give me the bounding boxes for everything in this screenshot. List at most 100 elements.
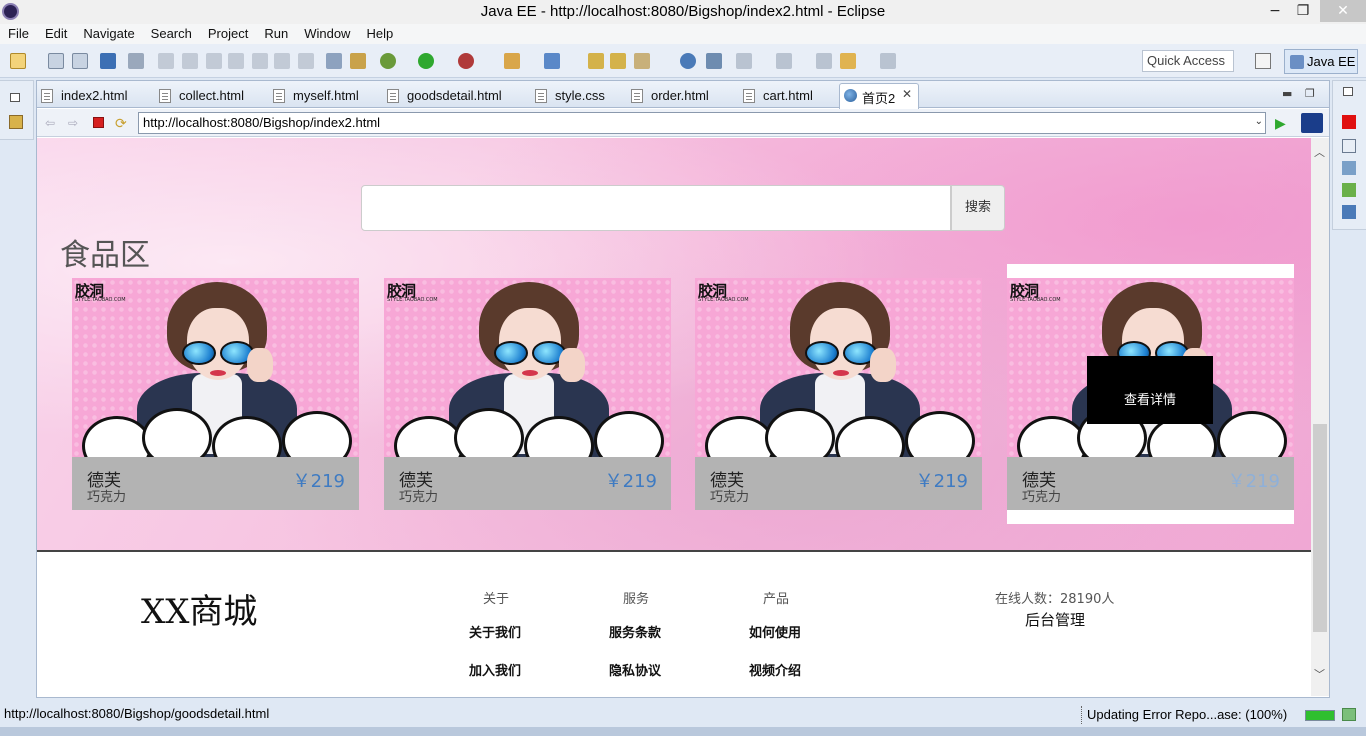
menu-project[interactable]: Project xyxy=(200,24,256,44)
close-tab-icon[interactable]: ✕ xyxy=(902,87,912,101)
scroll-up-icon[interactable]: ︿ xyxy=(1314,144,1325,160)
perspective-java-ee-button[interactable]: Java EE xyxy=(1284,49,1358,74)
online-count: 在线人数：28190人 xyxy=(995,592,1115,607)
markers-icon[interactable] xyxy=(1342,183,1356,197)
footer-link-about-us[interactable]: 关于我们 xyxy=(469,622,521,641)
debug-icon[interactable] xyxy=(380,53,396,69)
product-image: 胶洞 STYLE.TAOBAO.COM 查看详情 xyxy=(1007,278,1294,457)
minimize-editor-icon[interactable]: ▬ xyxy=(1282,87,1292,100)
back-nav-icon[interactable]: ⇦ xyxy=(45,116,59,130)
run-icon[interactable] xyxy=(418,53,434,69)
footer-brand: XX商城 xyxy=(141,592,258,632)
progress-view-icon[interactable] xyxy=(1342,708,1356,721)
close-button[interactable]: ✕ xyxy=(1320,0,1366,22)
menu-file[interactable]: File xyxy=(0,24,37,44)
servers-icon[interactable] xyxy=(1342,115,1356,129)
admin-link[interactable]: 后台管理 xyxy=(1025,609,1085,630)
console-icon[interactable] xyxy=(100,53,116,69)
open-task-icon[interactable] xyxy=(610,53,626,69)
resume-icon[interactable] xyxy=(158,53,174,69)
outline-icon[interactable] xyxy=(1342,139,1356,153)
stop-icon[interactable] xyxy=(93,117,104,128)
product-price: ￥219 xyxy=(604,471,657,492)
vertical-scrollbar[interactable]: ︿ ﹀ xyxy=(1311,138,1329,696)
view-details-button[interactable]: 查看详情 xyxy=(1087,356,1213,424)
forward-icon[interactable] xyxy=(880,53,896,69)
last-edit-icon[interactable] xyxy=(816,53,832,69)
footer-link-join-us[interactable]: 加入我们 xyxy=(469,660,521,679)
scroll-thumb[interactable] xyxy=(1313,424,1327,632)
word-wrap-icon[interactable] xyxy=(350,53,366,69)
footer-link-privacy[interactable]: 隐私协议 xyxy=(609,660,661,679)
save-icon[interactable] xyxy=(48,53,64,69)
product-card[interactable]: 胶洞 STYLE.TAOBAO.COM 德芙 巧克力 ￥219 xyxy=(72,278,359,510)
external-tools-icon[interactable] xyxy=(458,53,474,69)
progress-bar xyxy=(1305,710,1335,721)
go-icon[interactable]: ▶ xyxy=(1275,116,1289,132)
footer-link-terms[interactable]: 服务条款 xyxy=(609,622,661,641)
tab-collect-html[interactable]: collect.html xyxy=(157,84,267,108)
tab-index2-html[interactable]: index2.html xyxy=(39,84,151,108)
console-view-icon[interactable] xyxy=(1342,205,1356,219)
open-web-browser-icon[interactable] xyxy=(680,53,696,69)
left-trim-stack xyxy=(0,80,34,140)
open-perspective-icon[interactable] xyxy=(1255,53,1271,69)
new-server-icon[interactable] xyxy=(504,53,520,69)
menu-help[interactable]: Help xyxy=(358,24,401,44)
maximize-button[interactable]: ❐ xyxy=(1288,0,1318,22)
task-list-icon[interactable] xyxy=(1342,161,1356,175)
tab-myself-html[interactable]: myself.html xyxy=(271,84,381,108)
tab-goodsdetail-html[interactable]: goodsdetail.html xyxy=(385,84,515,108)
skip-breakpoints-icon[interactable] xyxy=(128,53,144,69)
restore-right-icon[interactable] xyxy=(1343,87,1353,96)
open-type-icon[interactable] xyxy=(588,53,604,69)
quick-access-input[interactable]: Quick Access xyxy=(1142,50,1234,72)
restore-icon[interactable] xyxy=(10,93,20,102)
step-return-icon[interactable] xyxy=(298,53,314,69)
search-input[interactable] xyxy=(361,185,951,231)
disconnect-icon[interactable] xyxy=(228,53,244,69)
menu-navigate[interactable]: Navigate xyxy=(75,24,142,44)
next-annotation-icon[interactable] xyxy=(736,53,752,69)
back-icon[interactable] xyxy=(840,53,856,69)
url-input[interactable]: http://localhost:8080/Bigshop/index2.htm… xyxy=(138,112,1266,134)
step-over-icon[interactable] xyxy=(274,53,290,69)
search-button[interactable]: 搜索 xyxy=(951,185,1005,231)
prev-annotation-icon[interactable] xyxy=(776,53,792,69)
forward-nav-icon[interactable]: ⇨ xyxy=(68,116,82,130)
product-logo-sub: STYLE.TAOBAO.COM xyxy=(75,297,126,303)
step-into-icon[interactable] xyxy=(252,53,268,69)
eclipse-browser-icon xyxy=(1301,113,1323,133)
project-explorer-icon[interactable] xyxy=(9,115,23,129)
menu-window[interactable]: Window xyxy=(296,24,358,44)
tab-browser-home2[interactable]: 首页2 ✕ xyxy=(839,83,919,109)
minimize-button[interactable]: − xyxy=(1260,0,1290,22)
tab-style-css[interactable]: style.css xyxy=(533,84,623,108)
product-card[interactable]: 胶洞 STYLE.TAOBAO.COM 德芙 巧克力 ￥219 xyxy=(384,278,671,510)
new-java-class-icon[interactable] xyxy=(544,53,560,69)
url-dropdown-icon[interactable]: ⌄ xyxy=(1255,116,1263,127)
scroll-down-icon[interactable]: ﹀ xyxy=(1314,666,1325,682)
menu-edit[interactable]: Edit xyxy=(37,24,75,44)
maximize-editor-icon[interactable]: ❐ xyxy=(1305,87,1315,100)
tab-order-html[interactable]: order.html xyxy=(629,84,729,108)
menu-run[interactable]: Run xyxy=(256,24,296,44)
browser-navbar: ⇦ ⇨ ⟳ http://localhost:8080/Bigshop/inde… xyxy=(37,109,1329,137)
tools-icon[interactable] xyxy=(706,53,722,69)
menu-search[interactable]: Search xyxy=(143,24,200,44)
product-subtitle: 巧克力 xyxy=(399,490,439,505)
tab-cart-html[interactable]: cart.html xyxy=(741,84,841,108)
save-all-icon[interactable] xyxy=(72,53,88,69)
product-price: ￥219 xyxy=(292,471,345,492)
product-card-hovered[interactable]: 胶洞 STYLE.TAOBAO.COM 查看详情 德芙 巧克力 ￥219 xyxy=(1007,264,1294,524)
new-icon[interactable] xyxy=(10,53,26,69)
suspend-icon[interactable] xyxy=(182,53,198,69)
search-toolbar-icon[interactable] xyxy=(634,53,650,69)
globe-icon xyxy=(844,89,857,102)
refresh-icon[interactable]: ⟳ xyxy=(115,116,129,132)
toggle-block-icon[interactable] xyxy=(326,53,342,69)
terminate-icon[interactable] xyxy=(206,53,222,69)
product-card[interactable]: 胶洞 STYLE.TAOBAO.COM 德芙 巧克力 ￥219 xyxy=(695,278,982,510)
footer-link-how-to-use[interactable]: 如何使用 xyxy=(749,622,801,641)
footer-link-video[interactable]: 视频介绍 xyxy=(749,660,801,679)
